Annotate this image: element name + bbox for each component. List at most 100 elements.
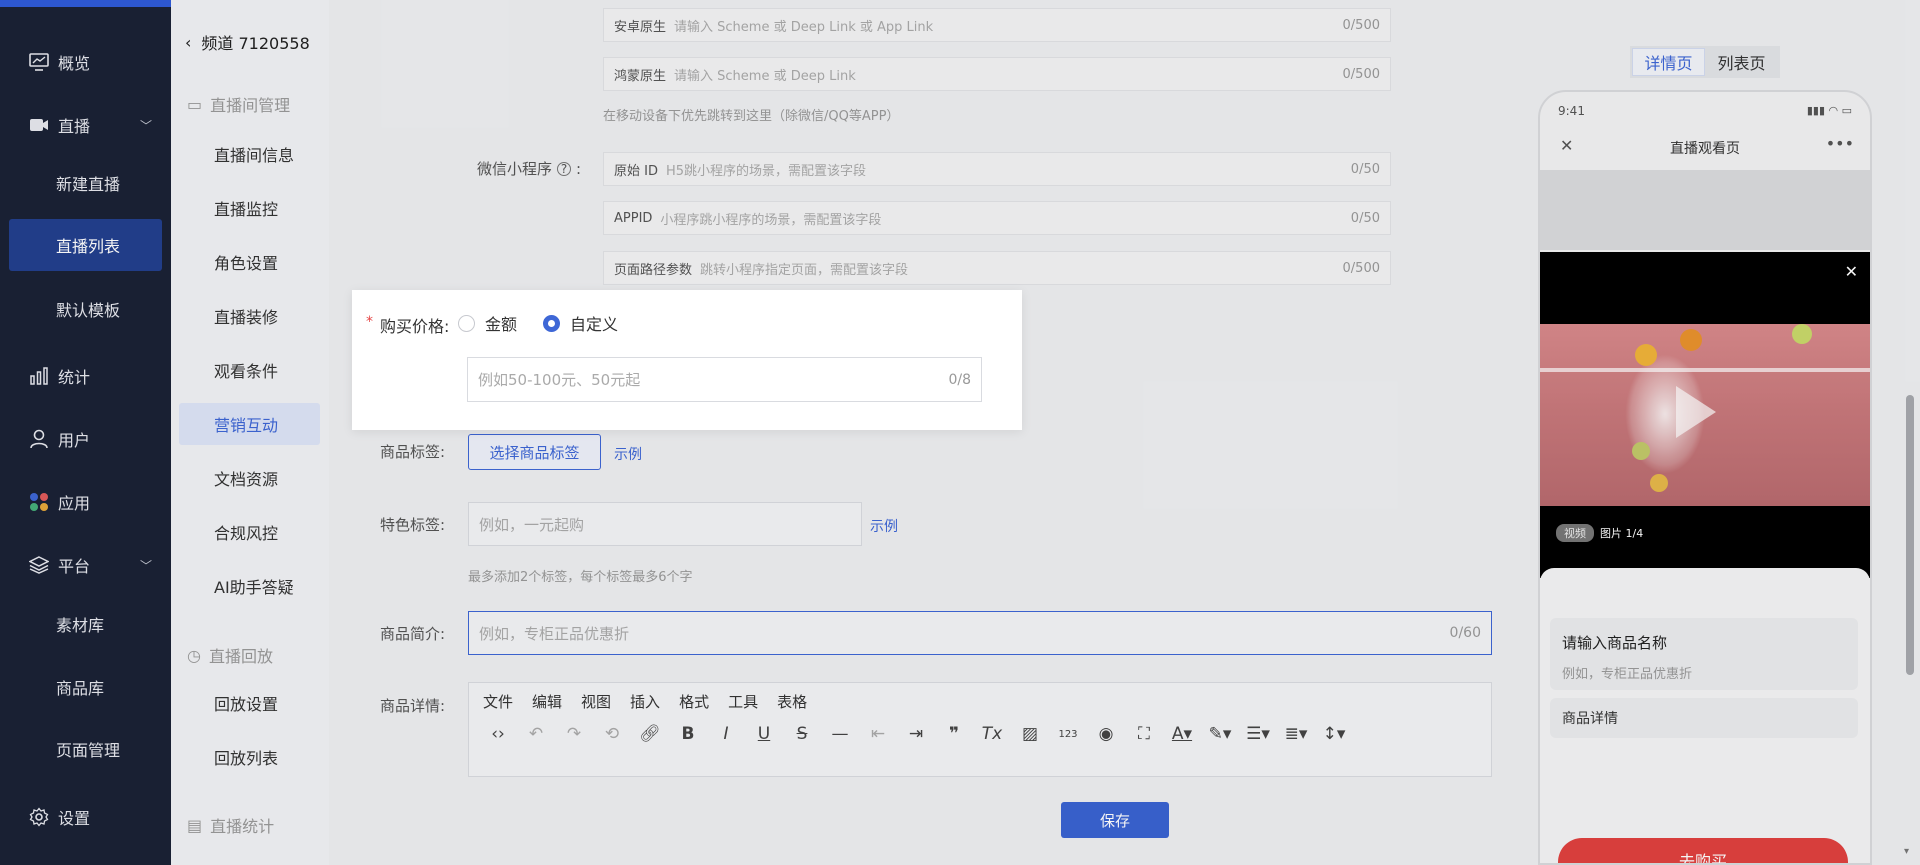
nav-sub-materials[interactable]: 素材库 — [9, 598, 162, 650]
play-icon[interactable] — [1676, 386, 1716, 438]
tag-example-link[interactable]: 示例 — [614, 444, 642, 464]
page-scrollbar[interactable] — [1906, 395, 1914, 675]
nav-sub-default-template[interactable]: 默认模板 — [9, 283, 162, 335]
word-count-icon[interactable]: 123 — [1049, 729, 1087, 740]
undo-icon[interactable]: ↶ — [517, 724, 555, 744]
channel-item[interactable]: 回放列表 — [179, 736, 320, 778]
horizontal-rule-icon[interactable]: — — [821, 724, 859, 744]
nav-item-live[interactable]: 直播 ﹀ — [0, 99, 171, 151]
highlight-icon[interactable]: ✎▾ — [1201, 724, 1239, 744]
line-height-icon[interactable]: ↕▾ — [1315, 724, 1353, 744]
numbered-list-icon[interactable]: ≣▾ — [1277, 724, 1315, 744]
strikethrough-icon[interactable]: S — [783, 724, 821, 744]
stats-icon: ▤ — [187, 815, 203, 835]
nav-sub-page-management[interactable]: 页面管理 — [9, 723, 162, 775]
channel-item[interactable]: 直播监控 — [179, 187, 320, 229]
nav-label: 平台 — [58, 557, 91, 576]
italic-icon[interactable]: I — [707, 724, 745, 744]
purchase-price-card: * 购买价格: 金额 自定义 例如50-100元、50元起 0/8 — [352, 290, 1022, 430]
image-icon[interactable]: ▨ — [1011, 724, 1049, 744]
radio-circle — [458, 314, 475, 332]
channel-item[interactable]: 直播装修 — [179, 295, 320, 337]
nav-item-overview[interactable]: 概览 — [0, 36, 171, 88]
channel-item[interactable]: 合规风控 — [179, 511, 320, 553]
radio-amount[interactable]: 金额 — [458, 311, 517, 335]
redo-icon[interactable]: ↷ — [555, 724, 593, 744]
save-button[interactable]: 保存 — [1061, 802, 1169, 838]
nav-top-accent — [0, 0, 171, 7]
nav-label: 用户 — [58, 431, 91, 450]
clear-format-icon[interactable]: Tx — [973, 724, 1011, 744]
close-media-icon[interactable]: ✕ — [1845, 262, 1858, 281]
video-camera-icon — [28, 114, 50, 136]
underline-icon[interactable]: U — [745, 724, 783, 744]
channel-item[interactable]: 回放设置 — [179, 682, 320, 724]
quote-icon[interactable]: ❞ — [935, 724, 973, 744]
bullet-list-icon[interactable]: ☰▾ — [1239, 724, 1277, 744]
help-circle-icon[interactable]: ? — [557, 161, 572, 176]
radio-custom[interactable]: 自定义 — [543, 311, 618, 335]
media-indicator: 视频 图片 1/4 — [1556, 524, 1643, 542]
input-placeholder: 例如，一元起购 — [479, 515, 585, 534]
nav-item-platform[interactable]: 平台 ﹀ — [0, 539, 171, 591]
scroll-down-arrow[interactable]: ▾ — [1904, 846, 1909, 857]
nav-sub-products[interactable]: 商品库 — [9, 661, 162, 713]
menu-view[interactable]: 视图 — [581, 691, 611, 712]
feature-tag-input[interactable]: 例如，一元起购 — [468, 502, 862, 546]
channel-item[interactable]: 文档资源 — [179, 457, 320, 499]
nav-sub-new-live[interactable]: 新建直播 — [9, 157, 162, 209]
fullscreen-icon[interactable]: ⛶ — [1125, 724, 1163, 744]
channel-item[interactable]: 角色设置 — [179, 241, 320, 283]
channel-item[interactable]: AI助手答疑 — [179, 565, 320, 607]
intro-label: 商品简介: — [380, 625, 446, 643]
channel-item[interactable]: 直播间信息 — [179, 133, 320, 175]
menu-insert[interactable]: 插入 — [630, 691, 660, 712]
menu-tools[interactable]: 工具 — [728, 691, 758, 712]
appid-input[interactable]: APPID 小程序跳小程序的场景，需配置该字段 0/50 — [603, 201, 1391, 235]
char-count: 0/500 — [1342, 260, 1380, 276]
menu-file[interactable]: 文件 — [483, 691, 513, 712]
bold-icon[interactable]: B — [669, 724, 707, 744]
media-type-pill[interactable]: 视频 — [1556, 524, 1594, 542]
code-icon[interactable]: ‹› — [479, 724, 517, 744]
harmony-link-input[interactable]: 鸿蒙原生 请输入 Scheme 或 Deep Link 0/500 — [603, 57, 1391, 91]
feature-example-link[interactable]: 示例 — [870, 516, 898, 536]
nav-item-users[interactable]: 用户 — [0, 413, 171, 465]
outdent-icon[interactable]: ⇤ — [859, 724, 897, 744]
char-count: 0/8 — [948, 371, 971, 388]
indent-icon[interactable]: ⇥ — [897, 724, 935, 744]
nav-item-settings[interactable]: 设置 — [0, 791, 171, 843]
intro-input[interactable]: 例如，专柜正品优惠折 0/60 — [468, 611, 1492, 655]
nav-sub-live-list[interactable]: 直播列表 — [9, 219, 162, 271]
char-count: 0/500 — [1342, 17, 1380, 33]
more-icon[interactable]: ••• — [1826, 134, 1854, 153]
preview-eye-icon[interactable]: ◉ — [1087, 724, 1125, 744]
nav-item-apps[interactable]: 应用 — [0, 476, 171, 528]
history-icon[interactable]: ⟲ — [593, 724, 631, 744]
custom-price-input[interactable]: 例如50-100元、50元起 0/8 — [467, 357, 982, 402]
link-icon[interactable]: 🔗︎ — [631, 724, 669, 744]
original-id-input[interactable]: 原始 ID H5跳小程序的场景，需配置该字段 0/50 — [603, 152, 1391, 186]
group-room-management: ▭ 直播间管理 — [187, 92, 290, 116]
buy-button[interactable]: 去购买 — [1558, 838, 1848, 863]
rich-text-editor[interactable]: 文件 编辑 视图 插入 格式 工具 表格 ‹› ↶ ↷ ⟲ 🔗︎ B I U S… — [468, 682, 1492, 777]
play-square-icon: ▭ — [187, 94, 203, 114]
menu-format[interactable]: 格式 — [679, 691, 709, 712]
product-photo — [1540, 324, 1870, 506]
tab-list[interactable]: 列表页 — [1705, 48, 1778, 76]
channel-item-active[interactable]: 营销互动 — [179, 403, 320, 445]
menu-edit[interactable]: 编辑 — [532, 691, 562, 712]
android-link-input[interactable]: 安卓原生 请输入 Scheme 或 Deep Link 或 App Link 0… — [603, 8, 1391, 42]
input-placeholder: 例如，专柜正品优惠折 — [479, 624, 630, 643]
tab-detail[interactable]: 详情页 — [1632, 48, 1705, 76]
group-label: 直播回放 — [208, 647, 273, 666]
font-color-icon[interactable]: A▾ — [1163, 724, 1201, 744]
channel-item[interactable]: 观看条件 — [179, 349, 320, 391]
fruit-yellow — [1650, 474, 1668, 492]
nav-item-stats[interactable]: 统计 — [0, 350, 171, 402]
page-path-input[interactable]: 页面路径参数 跳转小程序指定页面，需配置该字段 0/500 — [603, 251, 1391, 285]
nav-label: 概览 — [58, 54, 91, 73]
channel-back[interactable]: ‹ 频道 7120558 — [185, 30, 310, 54]
select-tag-button[interactable]: 选择商品标签 — [468, 434, 601, 470]
menu-table[interactable]: 表格 — [777, 691, 807, 712]
